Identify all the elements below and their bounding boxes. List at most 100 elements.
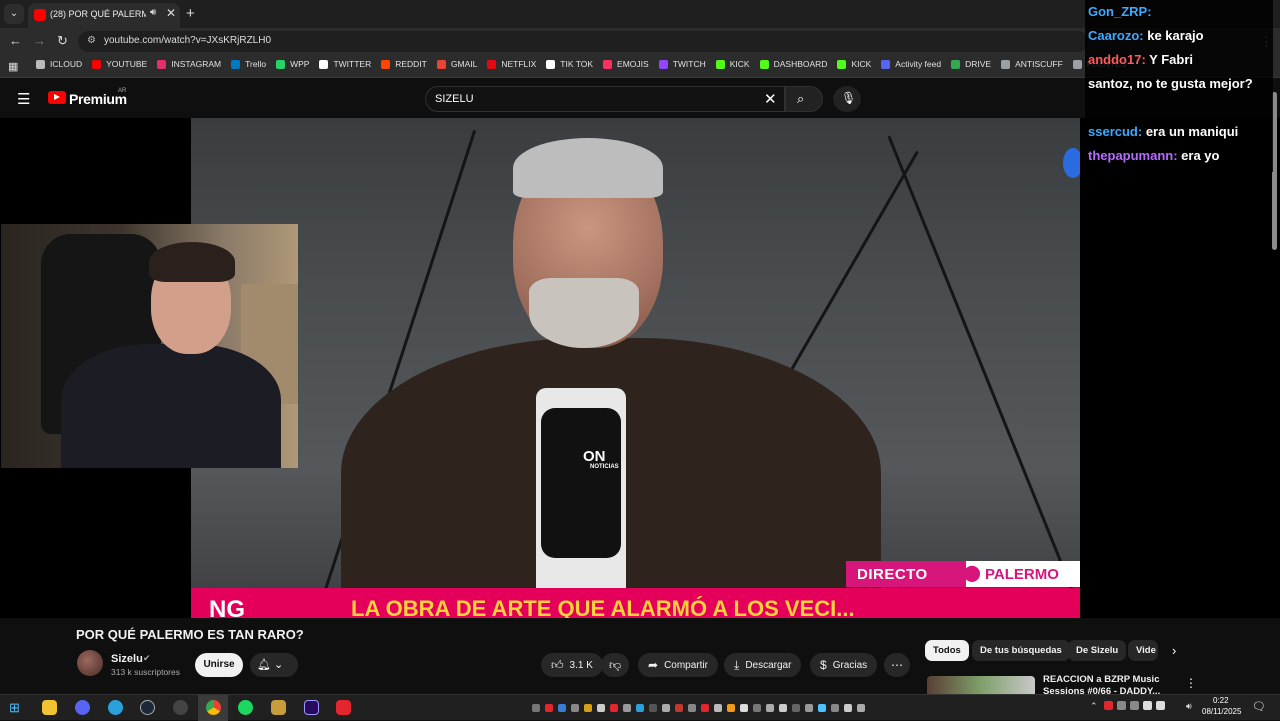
chrome-icon[interactable]: [206, 700, 221, 715]
recommendation-thumbnail[interactable]: [927, 676, 1035, 696]
chip-all[interactable]: Todos: [925, 640, 969, 661]
active-tab[interactable]: (28) POR QUÉ PALERMO ES TAN RARO? - YouT…: [28, 3, 180, 28]
clock-time[interactable]: 0:22: [1213, 696, 1229, 705]
site-info-icon[interactable]: ⚙: [87, 35, 96, 46]
bookmark-item[interactable]: EMOJIS: [603, 59, 649, 69]
search-query[interactable]: SIZELU: [435, 93, 474, 105]
bookmark-item[interactable]: KICK: [715, 59, 750, 69]
tray-app-icon[interactable]: [584, 704, 592, 712]
tray-app-icon[interactable]: [688, 704, 696, 712]
bookmark-item[interactable]: KICK: [837, 59, 871, 69]
tray-app-icon[interactable]: [844, 704, 852, 712]
recommendation-menu-icon[interactable]: ⋮: [1185, 676, 1197, 690]
obs-icon[interactable]: [173, 700, 188, 715]
bookmark-item[interactable]: ICLOUD: [36, 59, 82, 69]
bookmark-item[interactable]: TWITCH: [658, 59, 706, 69]
streamer-app-icon[interactable]: [336, 700, 351, 715]
tray-app-icon[interactable]: [1130, 701, 1139, 710]
volume-icon[interactable]: 🔊︎: [1186, 701, 1192, 712]
channel-name[interactable]: Sizelu: [111, 653, 143, 665]
bookmark-item[interactable]: DRIVE: [951, 59, 991, 69]
telegram-icon[interactable]: [108, 700, 123, 715]
bookmark-item[interactable]: WPP: [276, 59, 309, 69]
back-icon[interactable]: ←: [9, 33, 22, 48]
tray-app-icon[interactable]: [1104, 701, 1113, 710]
tray-app-icon[interactable]: [779, 704, 787, 712]
voice-search-button[interactable]: 🎙︎: [833, 86, 861, 112]
tray-app-icon[interactable]: [818, 704, 826, 712]
url-text[interactable]: youtube.com/watch?v=JXsKRjRZLH0: [104, 35, 271, 46]
premiere-icon[interactable]: [304, 700, 319, 715]
bookmark-item[interactable]: TWITTER: [319, 59, 371, 69]
tray-app-icon[interactable]: [727, 704, 735, 712]
bookmark-item[interactable]: TIK TOK: [546, 59, 593, 69]
file-explorer-icon[interactable]: [42, 700, 57, 715]
tray-app-icon[interactable]: [623, 704, 631, 712]
tray-app-icon[interactable]: [636, 704, 644, 712]
spotify-icon[interactable]: [238, 700, 253, 715]
tray-app-icon[interactable]: [545, 704, 553, 712]
tray-app-icon[interactable]: [831, 704, 839, 712]
tray-app-icon[interactable]: [753, 704, 761, 712]
chip-from-searches[interactable]: De tus búsquedas: [972, 640, 1070, 661]
tray-app-icon[interactable]: [805, 704, 813, 712]
search-button[interactable]: ⌕: [785, 86, 823, 112]
bookmark-item[interactable]: Trello: [231, 59, 266, 69]
tray-app-icon[interactable]: [532, 704, 540, 712]
tray-app-icon[interactable]: [792, 704, 800, 712]
reload-icon[interactable]: ↻: [57, 33, 68, 49]
tray-app-icon[interactable]: [571, 704, 579, 712]
bookmark-item[interactable]: NETFLIX: [487, 59, 536, 69]
system-tray-icons[interactable]: [528, 695, 878, 721]
tray-status-icons[interactable]: [1104, 701, 1174, 713]
new-tab-button[interactable]: +: [186, 5, 195, 22]
video-player[interactable]: ON NOTICIAS DIRECTO ⬤ PALERMO NG LA OBRA…: [191, 118, 1080, 618]
steam-icon[interactable]: [140, 700, 155, 715]
chip-videos[interactable]: Vide: [1128, 640, 1158, 661]
search-input[interactable]: SIZELU ✕: [425, 86, 785, 112]
bookmark-item[interactable]: INSTAGRAM: [157, 59, 221, 69]
windows-start-icon[interactable]: ⊞: [9, 700, 20, 716]
bookmark-item[interactable]: DASHBOARD: [759, 59, 827, 69]
tray-app-icon[interactable]: [662, 704, 670, 712]
bookmark-item[interactable]: ANTISCUFF: [1001, 59, 1063, 69]
tray-app-icon[interactable]: [1117, 701, 1126, 710]
tray-app-icon[interactable]: [740, 704, 748, 712]
like-button[interactable]: 👍︎ 3.1 K: [541, 653, 603, 677]
chevron-right-icon[interactable]: ›: [1172, 643, 1176, 658]
join-button[interactable]: Unirse: [195, 653, 243, 677]
network-icon[interactable]: [1156, 701, 1165, 710]
notification-icon[interactable]: 🗨︎: [1252, 700, 1266, 713]
bookmark-item[interactable]: YOUTUBE: [92, 59, 147, 69]
tray-app-icon[interactable]: [558, 704, 566, 712]
menu-icon[interactable]: ☰: [17, 90, 30, 108]
clear-search-icon[interactable]: ✕: [764, 90, 777, 108]
recommendation-title[interactable]: REACCION a BZRP Music Sessions #0/66 - D…: [1043, 674, 1173, 694]
tab-search-button[interactable]: ⌄: [4, 4, 24, 24]
tray-app-icon[interactable]: [766, 704, 774, 712]
notifications-button[interactable]: 🔔︎ ⌄: [250, 653, 298, 677]
channel-avatar[interactable]: [77, 650, 103, 676]
bookmark-item[interactable]: REDDIT: [381, 59, 427, 69]
tray-app-icon[interactable]: [714, 704, 722, 712]
bookmark-item[interactable]: GMAIL: [436, 59, 477, 69]
close-tab-icon[interactable]: ✕: [166, 6, 176, 20]
tray-app-icon[interactable]: [610, 704, 618, 712]
forward-icon[interactable]: →: [33, 33, 46, 48]
tray-app-icon[interactable]: [701, 704, 709, 712]
discord-icon[interactable]: [75, 700, 90, 715]
address-bar[interactable]: ⚙ youtube.com/watch?v=JXsKRjRZLH0: [78, 31, 1088, 52]
tray-app-icon[interactable]: [675, 704, 683, 712]
apps-grid-icon[interactable]: ▦: [8, 60, 18, 73]
clock-date[interactable]: 08/11/2025: [1202, 707, 1241, 716]
tray-app-icon[interactable]: [1143, 701, 1152, 710]
chip-from-channel[interactable]: De Sizelu: [1068, 640, 1127, 661]
dislike-button[interactable]: 👎︎: [601, 653, 630, 677]
bookmark-item[interactable]: Activity feed: [881, 59, 941, 69]
thanks-button[interactable]: $ Gracias: [810, 653, 878, 677]
more-actions-button[interactable]: ⋯: [884, 653, 910, 677]
tray-overflow-icon[interactable]: ⌃: [1090, 701, 1098, 712]
tray-app-icon[interactable]: [649, 704, 657, 712]
share-button[interactable]: ➦ Compartir: [638, 653, 718, 677]
speaker-icon[interactable]: 🔊︎: [150, 7, 156, 18]
